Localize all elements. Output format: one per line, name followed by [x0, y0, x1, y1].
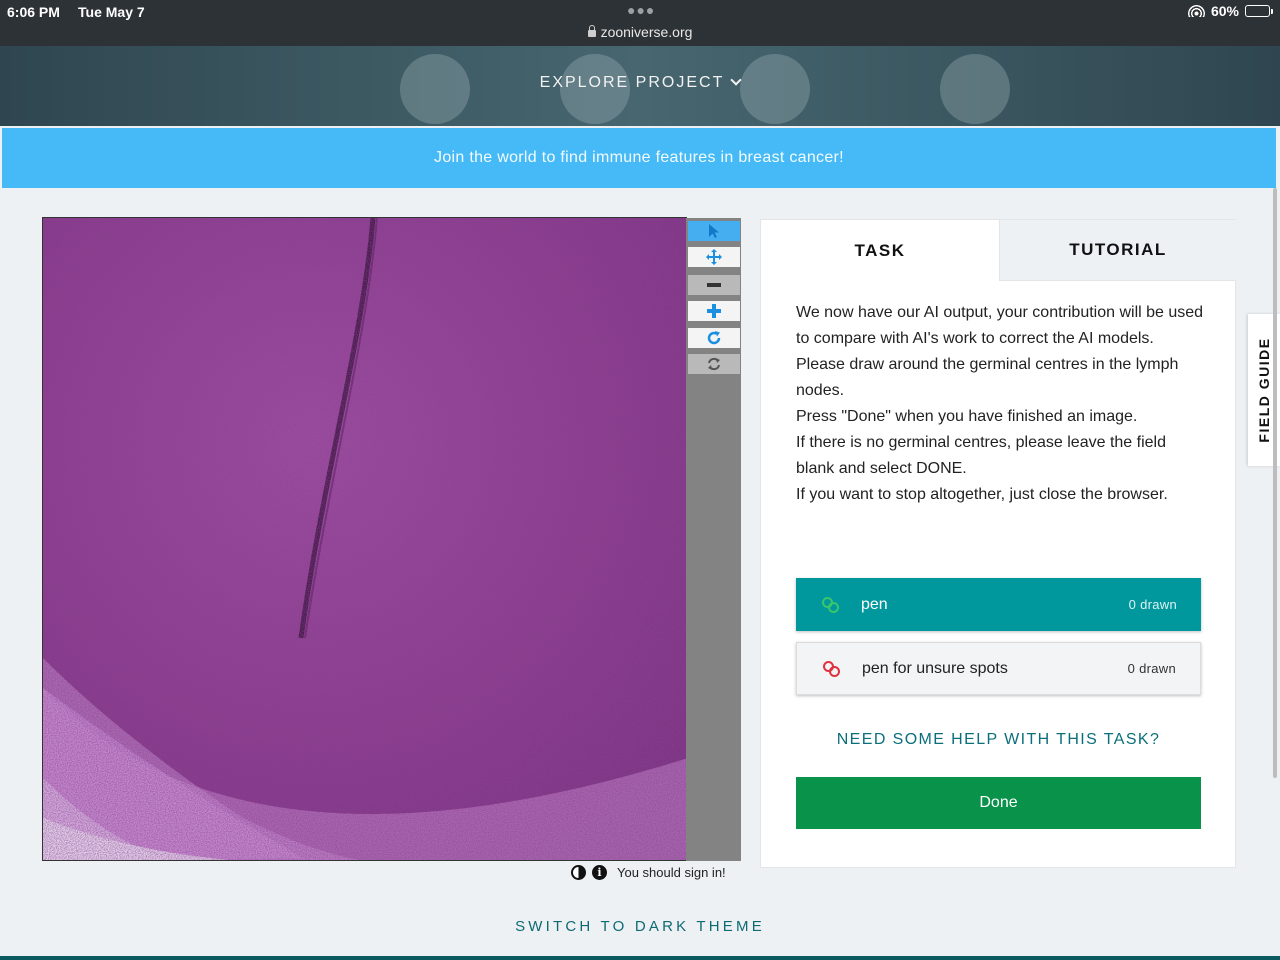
battery-icon [1245, 5, 1273, 17]
project-header: EXPLORE PROJECT [0, 46, 1280, 126]
subject-image-viewer[interactable] [42, 217, 687, 861]
url-text: zooniverse.org [600, 24, 693, 40]
unsure-pen-tool-label: pen for unsure spots [862, 659, 1008, 677]
unsure-pen-polygon-icon [821, 658, 843, 680]
lock-icon [587, 25, 596, 37]
pen-tool-label: pen [861, 595, 888, 613]
move-tool[interactable] [688, 247, 740, 267]
status-time: 6:06 PM [7, 4, 60, 20]
task-instructions: We now have our AI output, your contribu… [796, 300, 1206, 508]
rotate-icon [707, 331, 721, 345]
move-arrows-icon [706, 249, 722, 265]
task-help-link[interactable]: NEED SOME HELP WITH THIS TASK? [761, 731, 1236, 749]
annotate-tool[interactable] [688, 221, 740, 241]
invert-contrast-icon[interactable] [571, 865, 586, 880]
pen-polygon-icon [820, 594, 842, 616]
switch-theme-button[interactable]: SWITCH TO DARK THEME [0, 918, 1280, 935]
refresh-icon [708, 357, 720, 371]
done-button[interactable]: Done [796, 777, 1201, 829]
reset-tool[interactable] [688, 354, 740, 374]
info-icon[interactable] [592, 865, 607, 880]
status-right: 60% [1187, 3, 1273, 19]
status-date: Tue May 7 [78, 4, 145, 20]
instruction-line: If you want to stop altogether, just clo… [796, 486, 1168, 503]
unsure-pen-tool-button[interactable]: pen for unsure spots 0 drawn [796, 642, 1201, 695]
field-guide-label: FIELD GUIDE [1256, 337, 1272, 443]
sign-in-note: You should sign in! [617, 865, 726, 880]
cursor-arrow-icon [709, 224, 719, 238]
pen-tool-count: 0 drawn [1128, 597, 1177, 612]
task-panel: TASK TUTORIAL We now have our AI output,… [760, 219, 1236, 868]
battery-percent: 60% [1210, 3, 1239, 19]
zoom-in-tool[interactable] [688, 301, 740, 321]
pen-tool-button[interactable]: pen 0 drawn [796, 578, 1201, 631]
explore-project-menu[interactable]: EXPLORE PROJECT [0, 74, 1280, 92]
minus-icon [707, 283, 721, 287]
status-bar: 6:06 PM Tue May 7 ●●● zooniverse.org 60% [0, 0, 1280, 46]
instruction-line: If there is no germinal centres, please … [796, 434, 1166, 477]
chevron-down-icon [730, 74, 743, 86]
explore-project-label: EXPLORE PROJECT [539, 74, 725, 91]
histology-image [43, 218, 686, 860]
rotate-tool[interactable] [688, 328, 740, 348]
page-scrollbar[interactable] [1273, 188, 1277, 778]
instruction-line: Press "Done" when you have finished an i… [796, 408, 1138, 425]
footer-bar [0, 956, 1280, 960]
project-announcement-banner: Join the world to find immune features i… [2, 128, 1276, 188]
zoom-out-tool[interactable] [688, 275, 740, 295]
browser-menu-dots-icon[interactable]: ●●● [627, 2, 655, 18]
instruction-line: Please draw around the germinal centres … [796, 356, 1179, 399]
viewer-footer: You should sign in! [571, 865, 726, 880]
unsure-pen-tool-count: 0 drawn [1127, 661, 1176, 676]
wifi-icon [1187, 5, 1205, 17]
instruction-line: We now have our AI output, your contribu… [796, 304, 1204, 347]
url-bar[interactable]: zooniverse.org [0, 24, 1280, 40]
viewer-toolbar [686, 218, 741, 861]
tab-task[interactable]: TASK [761, 220, 999, 281]
plus-icon [707, 304, 721, 318]
tab-tutorial[interactable]: TUTORIAL [999, 220, 1236, 281]
